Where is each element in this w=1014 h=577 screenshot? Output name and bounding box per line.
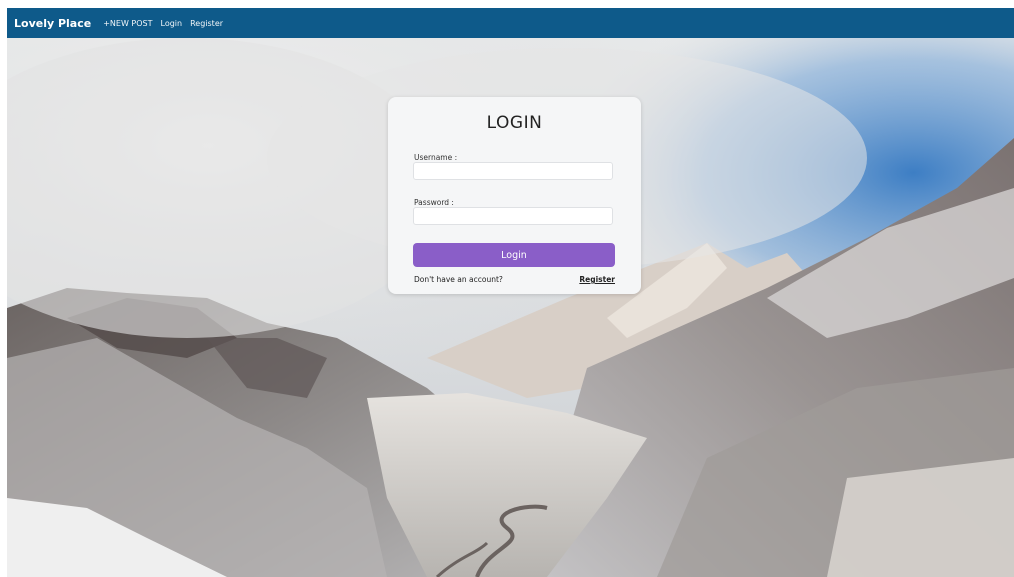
- register-link[interactable]: Register: [579, 275, 615, 284]
- login-card: LOGIN Username : Password : Login Don't …: [388, 97, 641, 294]
- brand-logo[interactable]: Lovely Place: [14, 17, 91, 30]
- login-title: LOGIN: [486, 113, 543, 133]
- nav-new-post[interactable]: +NEW POST: [103, 19, 152, 28]
- login-button[interactable]: Login: [413, 243, 615, 267]
- navbar: Lovely Place +NEW POST Login Register: [7, 8, 1014, 38]
- username-label: Username :: [414, 153, 458, 162]
- password-input[interactable]: [413, 207, 613, 225]
- page-frame: Lovely Place +NEW POST Login Register LO…: [7, 8, 1014, 577]
- nav-login[interactable]: Login: [161, 19, 183, 28]
- password-label: Password :: [414, 198, 454, 207]
- username-input[interactable]: [413, 162, 613, 180]
- nav-register[interactable]: Register: [190, 19, 223, 28]
- account-prompt: Don't have an account?: [414, 275, 503, 284]
